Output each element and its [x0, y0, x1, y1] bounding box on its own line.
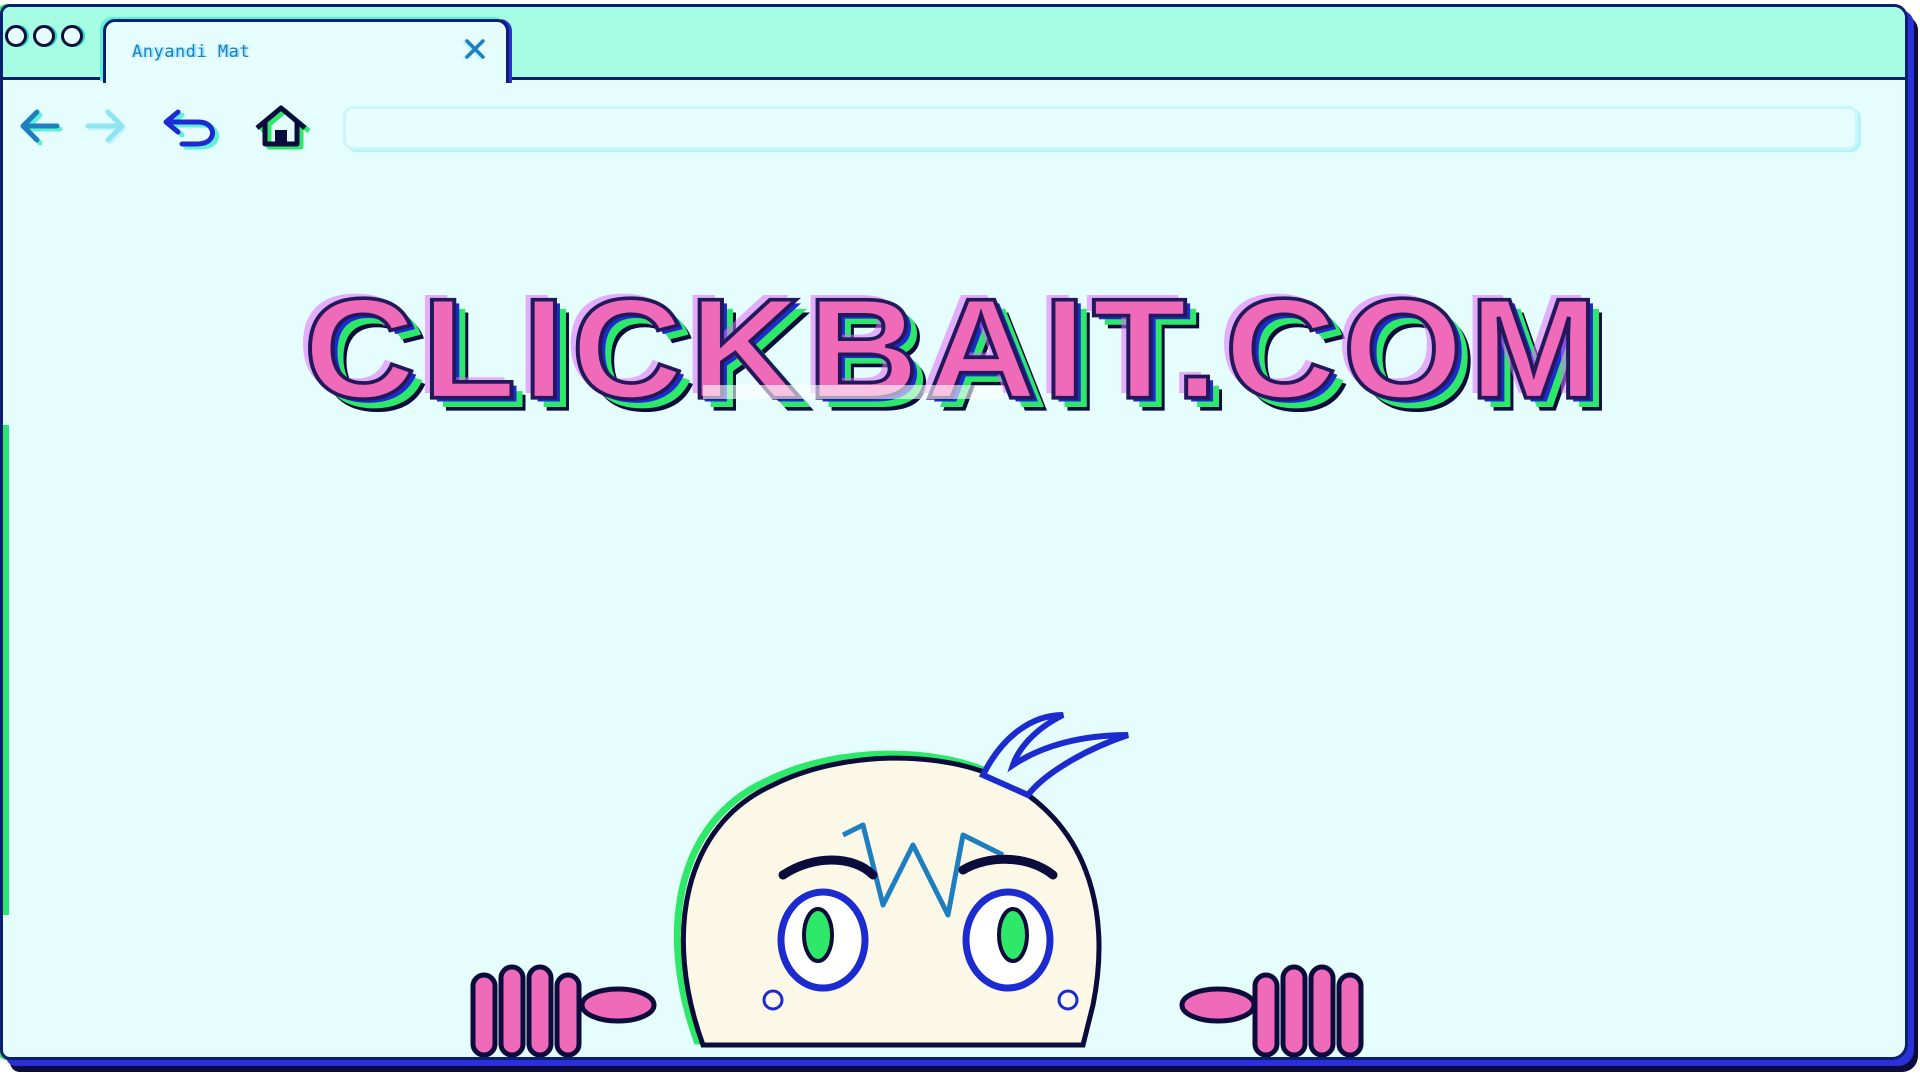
minimize-window-button[interactable]: [33, 25, 55, 47]
peeking-character-illustration: [470, 712, 1364, 1057]
glitch-slice: [703, 385, 1003, 399]
home-icon: [255, 105, 311, 150]
site-headline: CLICKBAIT.COM: [302, 267, 1605, 430]
page-content: CLICKBAIT.COM: [3, 165, 1905, 1057]
arrow-left-icon: [20, 109, 63, 146]
character-right-hand: [1179, 964, 1364, 1057]
glitch-stripe: [3, 425, 9, 915]
browser-window: Anyandi Mat CLICKBAIT.COM: [0, 4, 1908, 1060]
tab-title: Anyandi Mat: [132, 42, 251, 62]
browser-tab[interactable]: Anyandi Mat: [103, 19, 509, 83]
maximize-window-button[interactable]: [61, 25, 83, 47]
back-button[interactable]: [13, 102, 69, 150]
character-left-hand: [470, 964, 657, 1057]
reload-button[interactable]: [158, 102, 219, 150]
home-button[interactable]: [251, 102, 311, 150]
close-window-button[interactable]: [5, 25, 27, 47]
forward-button[interactable]: [78, 102, 134, 150]
address-bar-input[interactable]: [343, 106, 1858, 150]
close-icon[interactable]: [462, 36, 488, 62]
undo-icon: [163, 109, 219, 150]
arrow-right-icon: [85, 109, 127, 145]
title-bar: Anyandi Mat: [3, 7, 1905, 83]
window-controls: [5, 25, 83, 47]
navigation-toolbar: [3, 80, 1905, 165]
